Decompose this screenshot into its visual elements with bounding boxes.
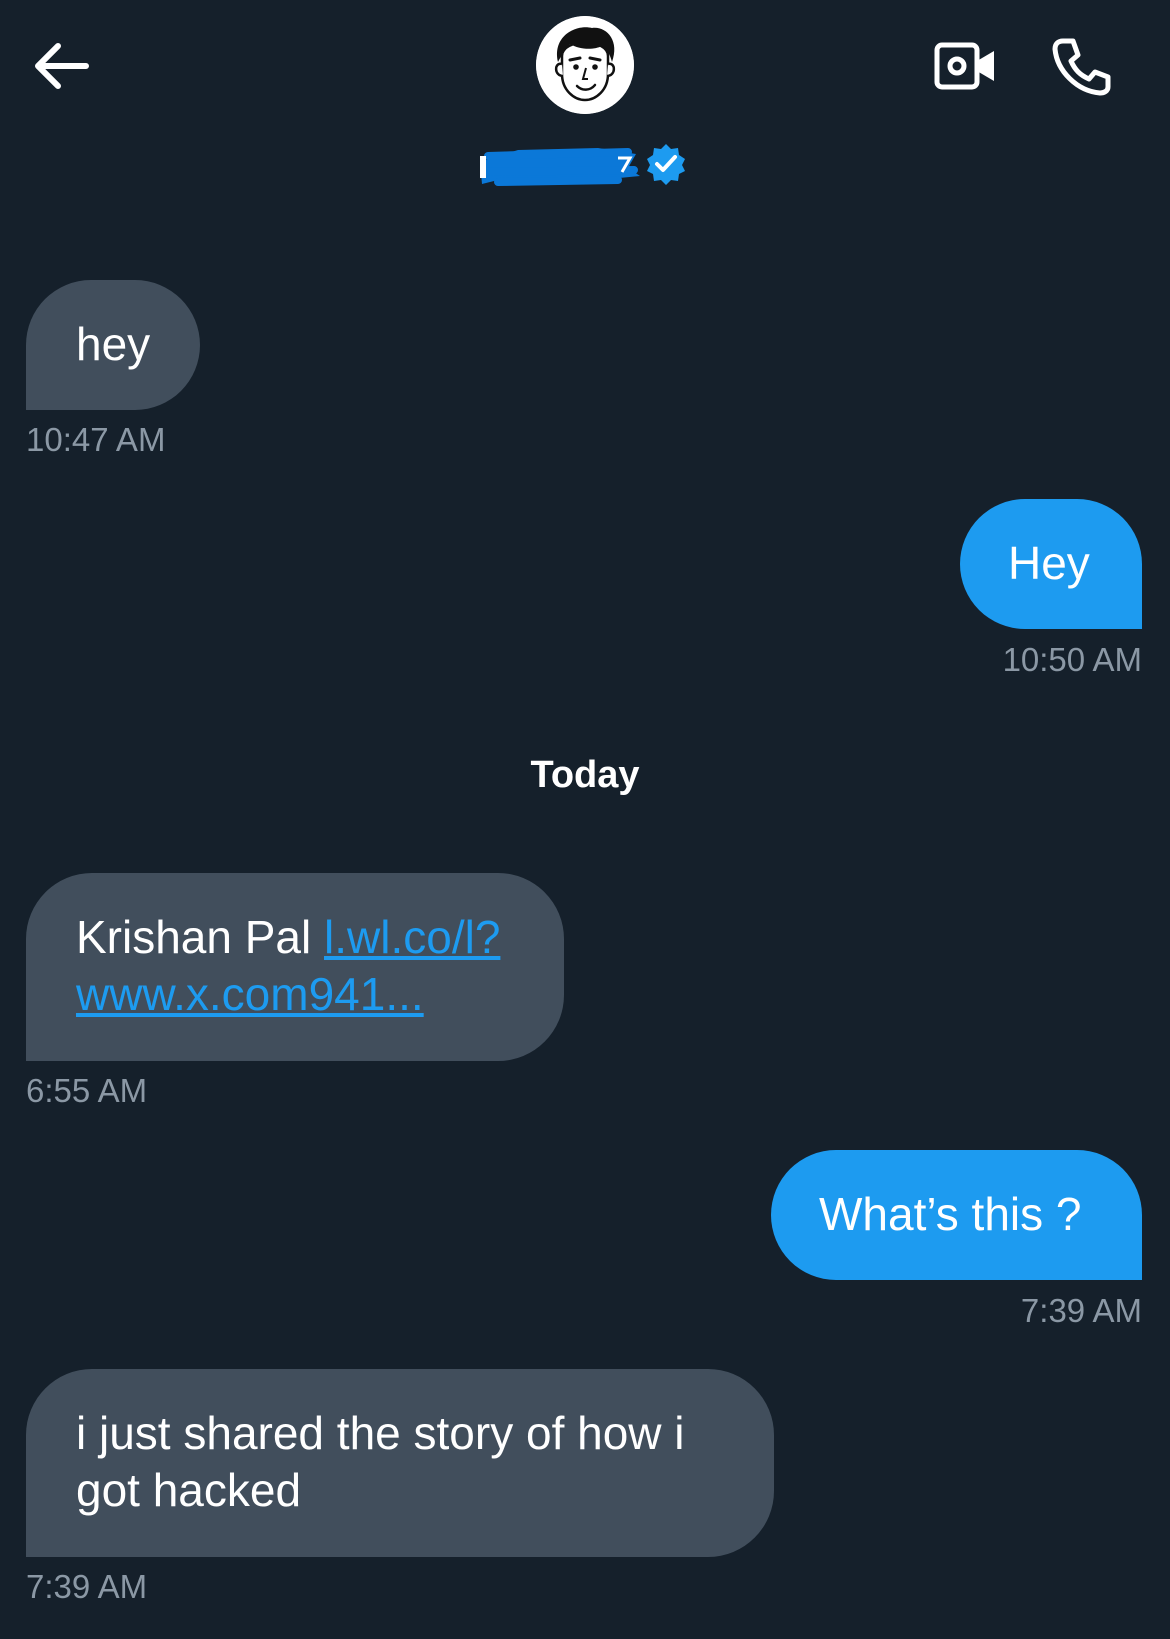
contact-name-row[interactable] xyxy=(478,136,692,188)
arrow-left-icon xyxy=(35,43,89,89)
message-timestamp: 7:39 AM xyxy=(1020,1292,1142,1329)
message-bubble-incoming[interactable]: hey xyxy=(26,280,200,410)
avatar[interactable] xyxy=(536,16,634,114)
video-call-button[interactable] xyxy=(928,36,1004,96)
redaction-scribble xyxy=(480,148,640,186)
message-bubble-incoming[interactable]: i just shared the story of how i got hac… xyxy=(26,1369,774,1557)
day-separator: Today xyxy=(530,754,640,796)
message-text: hey xyxy=(76,318,151,370)
message-text: What’s this ? xyxy=(819,1188,1082,1240)
message-text: Hey xyxy=(1008,537,1090,589)
message-bubble-outgoing[interactable]: Hey xyxy=(960,499,1142,629)
message-timestamp: 10:50 AM xyxy=(1002,641,1142,678)
message-text: Krishan Pal xyxy=(76,911,325,963)
message-text: got hacked xyxy=(76,1464,302,1516)
phone-call-button[interactable] xyxy=(1046,30,1118,102)
message-timestamp: 10:47 AM xyxy=(26,421,166,458)
avatar-illustration xyxy=(536,16,634,114)
message-bubble-incoming[interactable]: Krishan Pal l.wl.co/l? www.x.com941... xyxy=(26,873,564,1061)
back-button[interactable] xyxy=(28,36,94,96)
message-link[interactable]: l.wl.co/l? xyxy=(324,911,500,963)
verified-badge-icon xyxy=(647,144,685,185)
message-bubble-outgoing[interactable]: What’s this ? xyxy=(771,1150,1142,1280)
message-timestamp: 7:39 AM xyxy=(26,1568,148,1605)
message-link[interactable]: www.x.com941... xyxy=(76,968,424,1020)
video-call-icon xyxy=(934,42,994,90)
message-timestamp: 6:55 AM xyxy=(26,1072,148,1109)
message-text: i just shared the story of how i xyxy=(76,1407,685,1459)
phone-call-icon xyxy=(1052,38,1111,96)
